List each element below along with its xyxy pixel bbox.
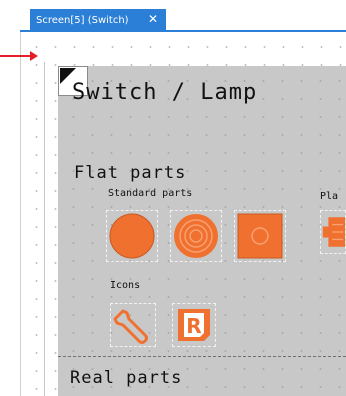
r-badge-part[interactable]: R [172, 303, 216, 347]
circle-lamp-icon [109, 213, 155, 259]
wrench-icon [113, 309, 148, 344]
ring-lamp-icon [174, 214, 218, 258]
tab-screen-switch[interactable]: Screen[5] (Switch) ✕ [30, 9, 166, 31]
standard-parts-label: Standard parts [108, 188, 193, 199]
screen-title: Switch / Lamp [72, 80, 258, 105]
square-switch-part[interactable] [234, 210, 286, 262]
frame-edge [44, 62, 45, 396]
arrow-right-icon [30, 51, 38, 61]
tab-bar: Screen[5] (Switch) ✕ [0, 0, 346, 32]
r-badge-icon: R [178, 309, 210, 341]
square-switch-icon [237, 213, 283, 259]
svg-text:R: R [186, 314, 201, 338]
circle-lamp-part[interactable] [106, 210, 158, 262]
tab-title: Screen[5] (Switch) [36, 14, 129, 26]
plate-switch-icon [322, 217, 345, 247]
icons-label: Icons [110, 280, 141, 291]
plates-label: Pla [320, 191, 339, 202]
close-icon[interactable]: ✕ [148, 12, 158, 26]
section-divider [58, 356, 346, 357]
plate-switch-part[interactable] [320, 210, 346, 254]
flat-parts-heading: Flat parts [74, 163, 187, 183]
real-parts-heading: Real parts [70, 368, 183, 388]
wrench-part[interactable] [110, 303, 156, 347]
ring-lamp-part[interactable] [170, 210, 222, 262]
